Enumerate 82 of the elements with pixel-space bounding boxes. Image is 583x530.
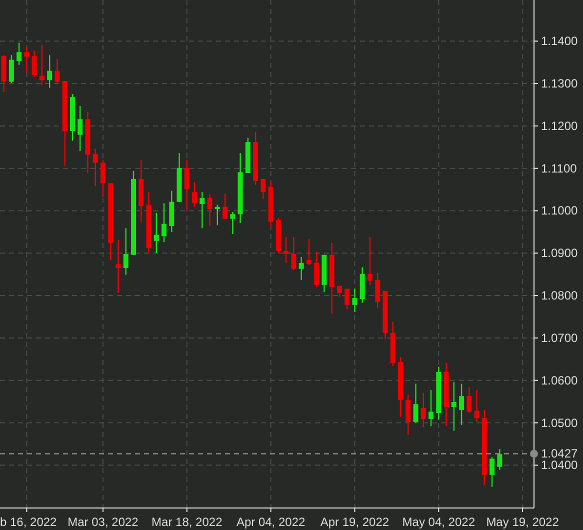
candle <box>154 212 159 254</box>
axis-label: 1.0700 <box>541 330 578 345</box>
candle <box>100 160 106 198</box>
axis-label: 1.0400 <box>541 458 578 472</box>
candle <box>382 290 388 339</box>
candle <box>406 394 411 436</box>
axis-label: Apr 04, 2022 <box>236 515 306 529</box>
axis-label: 1.0600 <box>541 373 578 388</box>
candle <box>8 55 14 84</box>
candle <box>314 252 320 288</box>
candle <box>344 288 350 310</box>
candle <box>116 240 121 293</box>
candle <box>245 138 250 173</box>
candle <box>162 203 167 242</box>
price-marker-icon <box>530 450 538 458</box>
axis-label: 1.1100 <box>541 161 577 176</box>
candle <box>253 132 258 185</box>
candle <box>284 237 289 263</box>
candle <box>390 322 396 366</box>
candle <box>146 192 152 254</box>
axis-label: May 19, 2022 <box>486 515 559 529</box>
candle <box>466 387 472 414</box>
candle <box>298 256 304 280</box>
candle <box>428 390 434 426</box>
candle <box>336 286 342 297</box>
candle <box>497 449 502 470</box>
candle <box>329 242 334 314</box>
candle <box>490 457 495 487</box>
axis-label: May 04, 2022 <box>402 515 475 529</box>
candle <box>54 58 60 84</box>
candle <box>184 160 190 210</box>
candle <box>306 239 312 266</box>
candle <box>238 153 243 224</box>
axis-label: 1.1300 <box>541 76 578 91</box>
axis-label: 1.0800 <box>541 288 578 303</box>
candle <box>360 267 365 303</box>
candle <box>375 273 380 308</box>
candle <box>222 194 228 219</box>
candle <box>474 390 480 422</box>
candle <box>176 153 182 202</box>
candle <box>78 106 83 151</box>
candle <box>291 237 296 270</box>
candle <box>24 47 30 73</box>
candle <box>413 384 418 423</box>
candle <box>444 362 449 426</box>
axis-label: 1.1200 <box>541 118 578 133</box>
axis-label: Mar 18, 2022 <box>152 515 222 529</box>
candle <box>367 237 372 285</box>
candle <box>230 212 236 234</box>
candle <box>1 55 6 92</box>
axis-label: 1.0900 <box>541 246 578 260</box>
candle <box>436 366 442 420</box>
axis-label: Mar 03, 2022 <box>68 515 138 529</box>
price-label: 1.0427 <box>541 446 578 461</box>
candle <box>123 228 128 275</box>
candle <box>352 288 358 312</box>
candle <box>420 393 426 427</box>
candle <box>459 384 464 425</box>
candle <box>322 254 327 292</box>
candle <box>16 42 22 65</box>
axis-label: 1.0500 <box>541 416 578 430</box>
candle <box>200 192 205 228</box>
candle <box>260 178 266 199</box>
candle <box>138 160 144 222</box>
candle <box>214 204 220 226</box>
candle <box>85 112 90 173</box>
candle <box>268 182 274 227</box>
candle <box>70 94 75 141</box>
candle <box>192 182 198 207</box>
axis-label: b 16, 2022 <box>0 515 57 529</box>
candle <box>169 190 174 232</box>
candle <box>32 50 37 78</box>
axis-label: 1.1000 <box>541 204 578 218</box>
candle <box>451 382 456 431</box>
candle <box>92 148 98 186</box>
candle <box>276 218 281 254</box>
candle <box>39 44 44 85</box>
candle <box>398 357 403 417</box>
axis-label: Apr 19, 2022 <box>320 515 390 529</box>
candle <box>47 55 52 88</box>
axis-label: 1.1400 <box>541 34 578 48</box>
candle <box>207 194 212 226</box>
